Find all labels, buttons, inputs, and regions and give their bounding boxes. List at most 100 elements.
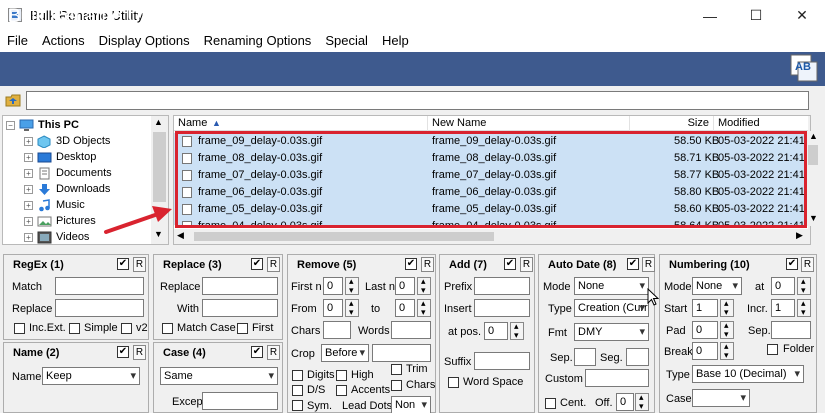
name-enable-checkbox[interactable]: ✔ <box>117 346 129 358</box>
remove-sym-checkbox[interactable] <box>292 400 303 411</box>
remove-from-input[interactable]: 0 <box>323 299 343 317</box>
regex-enable-checkbox[interactable]: ✔ <box>117 258 129 270</box>
file-list-vscrollbar[interactable]: ▲ ▼ <box>806 131 820 226</box>
numbering-type-select[interactable]: Base 10 (Decimal) <box>692 365 804 383</box>
add-wordspace-checkbox[interactable] <box>448 377 459 388</box>
replace-input[interactable] <box>202 277 278 295</box>
add-atpos-spinner[interactable] <box>510 321 524 341</box>
tree-item-3d-objects[interactable]: + 3D Objects <box>24 133 110 149</box>
hscroll-thumb[interactable] <box>194 232 494 241</box>
numbering-sep-input[interactable] <box>771 321 811 339</box>
numbering-incr-input[interactable]: 1 <box>771 299 795 317</box>
remove-firstn-input[interactable]: 0 <box>323 277 343 295</box>
tree-item-documents[interactable]: + Documents <box>24 165 112 181</box>
menu-actions[interactable]: Actions <box>35 31 92 52</box>
folder-up-icon[interactable] <box>5 93 21 107</box>
column-new-name[interactable]: New Name <box>428 116 630 131</box>
vscroll-thumb[interactable] <box>808 145 818 165</box>
autodate-seg-input[interactable] <box>626 348 649 366</box>
maximize-button[interactable]: ☐ <box>733 0 779 31</box>
menu-file[interactable]: File <box>0 31 35 52</box>
numbering-break-input[interactable]: 0 <box>692 342 718 360</box>
replace-with-input[interactable] <box>202 299 278 317</box>
numbering-start-input[interactable]: 1 <box>692 299 718 317</box>
remove-reset-button[interactable]: R <box>421 257 434 272</box>
remove-to-input[interactable]: 0 <box>395 299 415 317</box>
tree-item-videos[interactable]: + Videos <box>24 229 89 244</box>
remove-enable-checkbox[interactable]: ✔ <box>405 258 417 270</box>
add-atpos-input[interactable]: 0 <box>484 322 508 340</box>
scroll-up-icon[interactable]: ▲ <box>154 117 163 127</box>
remove-to-spinner[interactable] <box>417 298 431 318</box>
case-reset-button[interactable]: R <box>267 345 280 360</box>
expand-icon[interactable]: + <box>24 184 33 194</box>
numbering-mode-select[interactable]: None <box>692 277 742 295</box>
replace-first-checkbox[interactable] <box>237 323 248 334</box>
case-except-input[interactable] <box>202 392 278 410</box>
remove-digits-checkbox[interactable] <box>292 370 303 381</box>
numbering-at-input[interactable]: 0 <box>771 277 795 295</box>
remove-leaddots-select[interactable]: Non <box>391 396 431 413</box>
numbering-start-spinner[interactable] <box>720 298 734 318</box>
scroll-down-icon[interactable]: ▼ <box>809 213 818 223</box>
numbering-reset-button[interactable]: R <box>801 257 814 272</box>
remove-words-input[interactable] <box>391 321 431 339</box>
tree-item-desktop[interactable]: + Desktop <box>24 149 96 165</box>
case-enable-checkbox[interactable]: ✔ <box>251 346 263 358</box>
remove-lastn-input[interactable]: 0 <box>395 277 415 295</box>
autodate-sep-input[interactable] <box>574 348 596 366</box>
expand-icon[interactable]: + <box>24 136 33 146</box>
tree-item-this-pc[interactable]: − This PC <box>6 117 79 133</box>
scroll-thumb[interactable] <box>153 132 166 202</box>
autodate-custom-input[interactable] <box>585 369 649 387</box>
regex-incext-checkbox[interactable] <box>14 323 25 334</box>
path-input[interactable] <box>26 91 809 110</box>
remove-from-spinner[interactable] <box>345 298 359 318</box>
menu-renaming-options[interactable]: Renaming Options <box>197 31 319 52</box>
column-modified[interactable]: Modified <box>714 116 810 131</box>
add-reset-button[interactable]: R <box>520 257 533 272</box>
tree-item-downloads[interactable]: + Downloads <box>24 181 110 197</box>
numbering-pad-spinner[interactable] <box>720 320 734 340</box>
replace-reset-button[interactable]: R <box>267 257 280 272</box>
minimize-button[interactable]: — <box>687 0 733 31</box>
remove-crop-select[interactable]: Before <box>321 344 369 362</box>
expand-icon[interactable]: + <box>24 200 33 210</box>
case-mode-select[interactable]: Same <box>160 367 278 385</box>
remove-firstn-spinner[interactable] <box>345 276 359 296</box>
scroll-right-icon[interactable]: ▶ <box>796 230 803 241</box>
collapse-icon[interactable]: − <box>6 120 15 130</box>
autodate-cent-checkbox[interactable] <box>545 398 556 409</box>
autodate-off-input[interactable]: 0 <box>616 393 634 411</box>
numbering-pad-input[interactable]: 0 <box>692 321 718 339</box>
regex-replace-input[interactable] <box>55 299 144 317</box>
remove-lastn-spinner[interactable] <box>417 276 431 296</box>
remove-high-checkbox[interactable] <box>336 370 347 381</box>
remove-chars-input[interactable] <box>323 321 351 339</box>
add-suffix-input[interactable] <box>474 352 530 370</box>
expand-icon[interactable]: + <box>24 216 33 226</box>
remove-trim-checkbox[interactable] <box>391 364 402 375</box>
autodate-reset-button[interactable]: R <box>642 257 655 272</box>
tree-item-pictures[interactable]: + Pictures <box>24 213 96 229</box>
autodate-fmt-select[interactable]: DMY <box>574 323 649 341</box>
add-prefix-input[interactable] <box>474 277 530 295</box>
name-reset-button[interactable]: R <box>133 345 146 360</box>
regex-v2-checkbox[interactable] <box>121 323 132 334</box>
expand-icon[interactable]: + <box>24 232 33 242</box>
remove-accents-checkbox[interactable] <box>336 385 347 396</box>
add-insert-input[interactable] <box>474 299 530 317</box>
close-button[interactable]: ✕ <box>779 0 825 31</box>
autodate-mode-select[interactable]: None <box>574 277 649 295</box>
column-size[interactable]: Size <box>630 116 714 131</box>
autodate-enable-checkbox[interactable]: ✔ <box>627 258 639 270</box>
regex-match-input[interactable] <box>55 277 144 295</box>
expand-icon[interactable]: + <box>24 152 33 162</box>
numbering-at-spinner[interactable] <box>797 276 811 296</box>
replace-matchcase-checkbox[interactable] <box>162 323 173 334</box>
name-mode-select[interactable]: Keep <box>42 367 140 385</box>
numbering-folder-checkbox[interactable] <box>767 344 778 355</box>
regex-simple-checkbox[interactable] <box>69 323 80 334</box>
remove-chars-checkbox[interactable] <box>391 380 402 391</box>
numbering-incr-spinner[interactable] <box>797 298 811 318</box>
